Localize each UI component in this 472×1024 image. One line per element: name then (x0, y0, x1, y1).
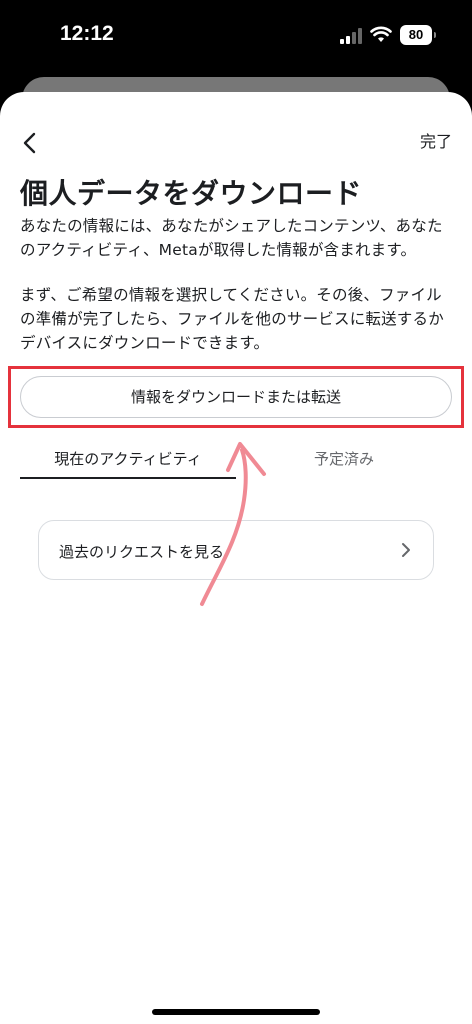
done-button[interactable]: 完了 (420, 128, 452, 152)
signal-icon (340, 28, 364, 44)
download-or-transfer-button[interactable]: 情報をダウンロードまたは転送 (20, 376, 452, 418)
home-indicator (152, 1009, 320, 1015)
status-time: 12:12 (60, 22, 114, 45)
page-title: 個人データをダウンロード (20, 177, 363, 210)
instruction-text: まず、ご希望の情報を選択してください。その後、ファイルの準備が完了したら、ファイ… (20, 286, 444, 352)
wifi-icon (370, 26, 392, 42)
description-text: あなたの情報には、あなたがシェアしたコンテンツ、あなたのアクティビティ、Meta… (20, 217, 443, 259)
back-chevron-icon[interactable] (18, 130, 44, 156)
annotation-arrow-icon (200, 442, 266, 606)
chevron-right-icon (402, 543, 410, 557)
battery-icon: 80 (400, 25, 436, 45)
status-bar: 12:12 80 (0, 0, 472, 72)
